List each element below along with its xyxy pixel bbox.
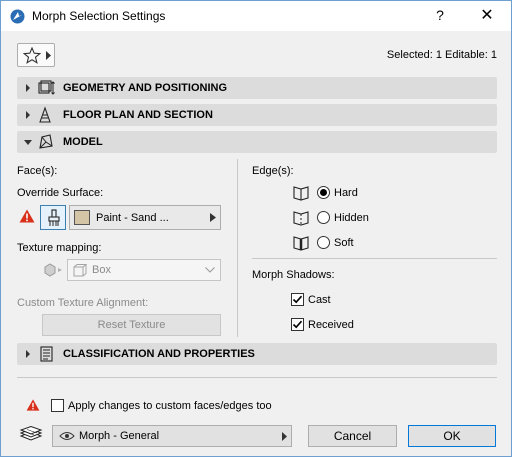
archicad-app-icon bbox=[10, 9, 25, 24]
custom-texture-label: Custom Texture Alignment: bbox=[17, 297, 149, 309]
edge-hidden-radio[interactable] bbox=[317, 211, 330, 224]
footer-divider bbox=[17, 377, 497, 378]
section-label: GEOMETRY AND POSITIONING bbox=[63, 82, 227, 94]
apply-custom-checkbox[interactable] bbox=[51, 399, 64, 412]
selection-count: Selected: 1 Editable: 1 bbox=[386, 49, 497, 61]
edge-soft-label: Soft bbox=[334, 237, 354, 249]
chevron-right-icon bbox=[26, 350, 30, 358]
floor-plan-icon bbox=[39, 106, 51, 123]
help-button[interactable]: ? bbox=[432, 7, 448, 23]
title-bar: Morph Selection Settings ? ✕ bbox=[1, 1, 511, 31]
ok-button[interactable]: OK bbox=[408, 425, 496, 447]
section-label: MODEL bbox=[63, 136, 103, 148]
section-classification[interactable]: CLASSIFICATION AND PROPERTIES bbox=[17, 343, 497, 365]
edge-hard-label: Hard bbox=[334, 187, 358, 199]
chevron-down-icon bbox=[24, 140, 32, 145]
edge-hard-radio[interactable] bbox=[317, 186, 330, 199]
reset-texture-button[interactable]: Reset Texture bbox=[42, 314, 221, 336]
chevron-right-icon bbox=[26, 111, 30, 119]
chevron-right-icon bbox=[282, 432, 287, 441]
box-mapping-icon bbox=[73, 264, 87, 277]
view-dropdown[interactable]: Morph - General bbox=[52, 425, 292, 447]
chevron-right-icon bbox=[46, 51, 51, 60]
surface-dropdown[interactable]: Paint - Sand ... bbox=[69, 205, 221, 230]
texture-mapping-icon bbox=[44, 263, 62, 277]
chevron-right-icon bbox=[210, 213, 216, 222]
model-icon bbox=[39, 134, 53, 149]
received-label: Received bbox=[308, 319, 354, 331]
view-dropdown-value: Morph - General bbox=[79, 430, 160, 442]
warning-icon bbox=[19, 209, 35, 223]
soft-edge-icon bbox=[293, 236, 309, 251]
edge-soft-radio[interactable] bbox=[317, 236, 330, 249]
checkmark-icon bbox=[292, 295, 303, 304]
hidden-edge-icon bbox=[293, 211, 309, 226]
surface-value: Paint - Sand ... bbox=[96, 212, 169, 224]
section-label: CLASSIFICATION AND PROPERTIES bbox=[63, 348, 255, 360]
favorites-button[interactable] bbox=[17, 43, 55, 67]
texture-mapping-dropdown[interactable]: Box bbox=[67, 259, 221, 281]
hard-edge-icon bbox=[293, 186, 309, 201]
section-geometry[interactable]: GEOMETRY AND POSITIONING bbox=[17, 77, 497, 99]
column-divider bbox=[237, 159, 238, 337]
chevron-right-icon bbox=[26, 84, 30, 92]
override-surface-label: Override Surface: bbox=[17, 187, 104, 199]
override-surface-toggle[interactable] bbox=[40, 205, 66, 230]
morph-shadows-label: Morph Shadows: bbox=[252, 269, 335, 281]
dialog-window: Morph Selection Settings ? ✕ Selected: 1… bbox=[0, 0, 512, 457]
paint-brush-icon bbox=[48, 209, 60, 226]
warning-icon bbox=[26, 399, 40, 411]
shadows-divider bbox=[252, 258, 497, 259]
cancel-button[interactable]: Cancel bbox=[308, 425, 397, 447]
section-model[interactable]: MODEL bbox=[17, 131, 497, 153]
texture-mapping-label: Texture mapping: bbox=[17, 242, 102, 254]
window-title: Morph Selection Settings bbox=[32, 9, 166, 23]
geometry-icon bbox=[38, 80, 55, 95]
section-floor-plan[interactable]: FLOOR PLAN AND SECTION bbox=[17, 104, 497, 126]
classification-icon bbox=[40, 346, 53, 362]
checkmark-icon bbox=[292, 320, 303, 329]
star-icon bbox=[23, 47, 41, 64]
apply-custom-label: Apply changes to custom faces/edges too bbox=[68, 400, 272, 412]
cast-checkbox[interactable] bbox=[291, 293, 304, 306]
edges-label: Edge(s): bbox=[252, 165, 294, 177]
layers-icon bbox=[19, 426, 43, 441]
faces-label: Face(s): bbox=[17, 165, 58, 177]
received-checkbox[interactable] bbox=[291, 318, 304, 331]
surface-swatch bbox=[74, 210, 90, 225]
section-label: FLOOR PLAN AND SECTION bbox=[63, 109, 213, 121]
eye-icon bbox=[59, 432, 75, 440]
chevron-down-icon bbox=[205, 267, 215, 273]
cast-label: Cast bbox=[308, 294, 331, 306]
close-button[interactable]: ✕ bbox=[479, 5, 495, 25]
edge-hidden-label: Hidden bbox=[334, 212, 369, 224]
texture-mapping-value: Box bbox=[92, 264, 111, 276]
